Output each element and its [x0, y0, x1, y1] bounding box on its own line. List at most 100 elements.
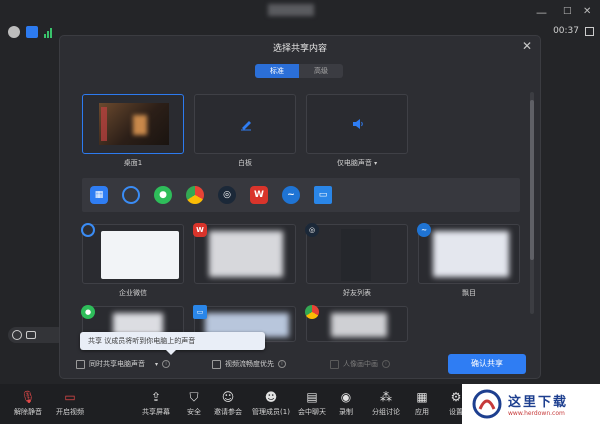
grid-view-icon[interactable] [585, 26, 594, 36]
tab-advanced[interactable]: 高级 [299, 64, 343, 78]
option-portrait[interactable]: 人像画中画 i [330, 359, 390, 369]
steam-icon[interactable]: ◎ [218, 186, 236, 204]
edge-like-icon[interactable]: ~ [282, 186, 300, 204]
share-card-desktop[interactable] [82, 94, 184, 154]
option-video-priority[interactable]: 视频流畅度优先 i [212, 359, 286, 369]
video-priority-label: 视频流畅度优先 [225, 360, 274, 368]
chrome-thumbnail-redacted [331, 313, 387, 337]
audio-only-text: 仅电脑声音 [336, 159, 372, 167]
breakout-icon: ⁂ [380, 390, 392, 404]
toolbar-video-label: 开启视频 [56, 408, 84, 416]
steam-icon: ◎ [305, 223, 319, 237]
speaker-icon [353, 119, 363, 129]
dialog-title: 选择共享内容 [272, 44, 327, 54]
toolbar-security-label: 安全 [187, 408, 201, 416]
watermark-logo-icon [472, 389, 502, 419]
record-icon: ◉ [340, 390, 352, 404]
share-card-desktop-label: 桌面1 [123, 159, 143, 167]
share-card-wps[interactable]: W [193, 223, 296, 284]
apps-icon: ▦ [416, 390, 428, 404]
tab-standard[interactable]: 标准 [255, 64, 299, 78]
site-watermark: 这里下载 www.herdown.com [462, 384, 600, 424]
info-icon[interactable]: i [162, 360, 171, 368]
toolbar-record[interactable]: ◉ 录制 [326, 390, 366, 417]
chrome-icon[interactable] [186, 186, 204, 204]
status-icons [8, 25, 56, 39]
share-card-chrome[interactable] [305, 305, 408, 342]
share-audio-checkbox[interactable] [76, 359, 85, 369]
wecom-icon [81, 223, 95, 237]
share-mode-tabs: 标准 高级 [255, 64, 343, 78]
toolbar-share-screen[interactable]: ⇪ 共享屏幕 [136, 390, 176, 417]
timer-text: 00:37 [553, 26, 579, 36]
toolbar-invite[interactable]: ☺ 邀请参会 [208, 390, 248, 417]
camera-off-icon: ▭ [64, 390, 76, 404]
toolbar-apps-label: 应用 [415, 408, 429, 416]
share-card-piaomu[interactable]: ~ [417, 223, 520, 284]
toolbar-members[interactable]: ☻ 管理成员(1) [248, 390, 294, 417]
scrollbar[interactable] [530, 92, 534, 314]
toolbar-breakout-label: 分组讨论 [372, 408, 400, 416]
share-screen-icon: ⇪ [150, 390, 162, 404]
share-card-whiteboard[interactable] [194, 94, 296, 154]
members-icon: ☻ [264, 390, 278, 404]
share-audio-label: 同时共享电脑声音 [89, 360, 145, 368]
toolbar-settings-label: 设置 [449, 408, 463, 416]
option-share-audio[interactable]: 同时共享电脑声音 ▾ i [76, 359, 171, 369]
toolbar-chat-label: 会中聊天 [298, 408, 326, 416]
wps-thumbnail-redacted [209, 231, 283, 277]
wechat-icon[interactable]: ● [154, 186, 172, 204]
signal-icon [44, 28, 52, 38]
share-card-friends-label: 好友列表 [343, 289, 371, 297]
confirm-share-button[interactable]: 确认共享 [448, 354, 526, 374]
watermark-text: 这里下载 www.herdown.com [508, 391, 568, 417]
close-window-button[interactable]: ✕ [583, 6, 591, 17]
share-card-audio-only[interactable] [306, 94, 408, 154]
shield-icon: ⛉ [189, 389, 199, 404]
info-icon[interactable]: i [382, 360, 390, 368]
share-card-wecom[interactable] [81, 223, 184, 284]
shield-icon[interactable] [26, 26, 38, 38]
friends-thumbnail [341, 229, 371, 281]
portrait-checkbox[interactable] [330, 359, 339, 369]
meeting-timer: 00:37 [553, 26, 594, 36]
edge-like-icon: ~ [417, 223, 431, 237]
toolbar-members-label: 管理成员(1) [252, 408, 290, 416]
watermark-main: 这里下载 [508, 395, 569, 410]
watermark-sub: www.herdown.com [508, 410, 565, 417]
window-frame-icon: ▭ [193, 305, 207, 319]
toolbar-video[interactable]: ▭ 开启视频 [50, 390, 90, 417]
invite-icon: ☺ [221, 390, 235, 404]
portrait-label: 人像画中画 [343, 360, 378, 368]
chevron-down-icon[interactable]: ▾ [374, 160, 377, 167]
emoji-icon[interactable] [12, 330, 22, 340]
share-content-dialog: 选择共享内容 ✕ 标准 高级 桌面1 白板 仅电脑声音 ▾ ▦ ● ◎ W ~ … [60, 36, 540, 378]
minimize-button[interactable]: — [536, 6, 547, 19]
close-icon[interactable]: ✕ [522, 39, 532, 53]
chat-icon: ▤ [306, 390, 318, 404]
share-card-friends[interactable]: ◎ [305, 223, 408, 284]
piaomu-thumbnail-redacted [433, 231, 509, 277]
maximize-button[interactable]: □ [563, 6, 572, 16]
toolbar-breakout[interactable]: ⁂ 分组讨论 [366, 390, 406, 417]
share-card-piaomu-label: 飘目 [462, 289, 476, 297]
scrollbar-thumb[interactable] [530, 100, 534, 260]
toolbar-unmute-label: 解除静音 [14, 408, 42, 416]
video-priority-checkbox[interactable] [212, 359, 221, 369]
toolbar-invite-label: 邀请参会 [214, 408, 242, 416]
title-bar: — □ ✕ [0, 0, 600, 28]
wechat-icon: ● [81, 305, 95, 319]
tencent-meeting-icon[interactable] [122, 186, 140, 204]
window-frame-icon[interactable]: ▭ [314, 186, 332, 204]
toolbar-unmute[interactable]: 🎙 解除静音 [8, 390, 48, 417]
windows-grid-icon[interactable]: ▦ [90, 186, 108, 204]
pen-icon [241, 121, 251, 131]
chevron-down-icon[interactable]: ▾ [155, 361, 158, 368]
info-icon[interactable]: i [278, 360, 286, 368]
side-chat-pill[interactable] [8, 327, 66, 343]
share-card-audio-only-label: 仅电脑声音 ▾ [306, 158, 408, 168]
info-icon[interactable] [8, 26, 20, 38]
chat-bubble-icon[interactable] [26, 331, 36, 339]
toolbar-record-label: 录制 [339, 408, 353, 416]
wps-icon[interactable]: W [250, 186, 268, 204]
